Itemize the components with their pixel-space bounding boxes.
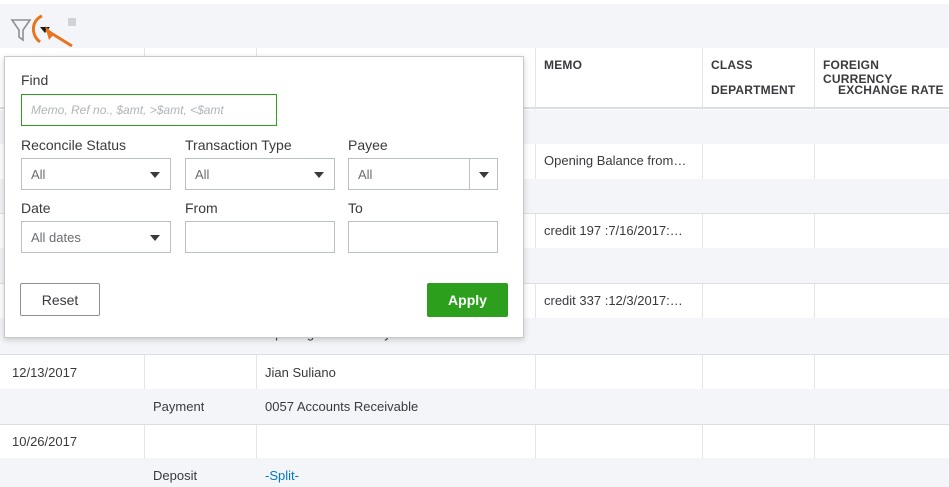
table-row-detail[interactable]: Deposit -Split- [0,458,949,487]
transaction-type-select[interactable]: All [185,158,335,190]
chevron-down-icon [150,235,160,241]
split-link[interactable]: -Split- [265,468,299,483]
chevron-down-icon[interactable] [479,172,489,178]
from-label: From [185,200,218,216]
memo-cell: Opening Balance from… [544,153,687,168]
payee-cell: Jian Suliano [265,365,336,380]
payee-divider [469,159,470,189]
reconcile-status-value: All [31,167,46,182]
table-row-detail[interactable]: Payment 0057 Accounts Receivable [0,389,949,424]
date-label: Date [21,200,51,216]
register-toolbar [0,4,949,48]
memo-cell: credit 197 :7/16/2017:… [544,223,683,238]
payee-select[interactable]: All [348,158,498,190]
table-row[interactable]: 12/13/2017 Jian Suliano [0,354,949,389]
chevron-down-icon [314,172,324,178]
find-input[interactable] [21,94,277,126]
to-date-input[interactable] [348,221,498,253]
transaction-type-label: Transaction Type [185,137,292,153]
account-cell: 0057 Accounts Receivable [265,399,419,414]
table-row[interactable]: 10/26/2017 [0,424,949,458]
payee-value: All [358,167,373,182]
cursor-highlight-icon [32,14,73,48]
date-cell: 10/26/2017 [12,434,78,449]
date-select[interactable]: All dates [21,221,171,253]
reset-button[interactable]: Reset [20,283,100,316]
chevron-down-icon [150,172,160,178]
type-cell: Payment [153,399,205,414]
reconcile-status-label: Reconcile Status [21,137,127,153]
from-date-input[interactable] [185,221,335,253]
find-label: Find [21,72,49,88]
filter-popover: Find Reconcile Status All Transaction Ty… [4,56,524,338]
to-label: To [348,200,363,216]
reconcile-status-select[interactable]: All [21,158,171,190]
type-cell: Deposit [153,468,198,483]
apply-button[interactable]: Apply [427,283,508,317]
date-value: All dates [31,230,81,245]
transaction-type-value: All [195,167,210,182]
memo-cell: credit 337 :12/3/2017:… [544,293,683,308]
date-cell: 12/13/2017 [12,365,78,380]
payee-label: Payee [348,137,388,153]
